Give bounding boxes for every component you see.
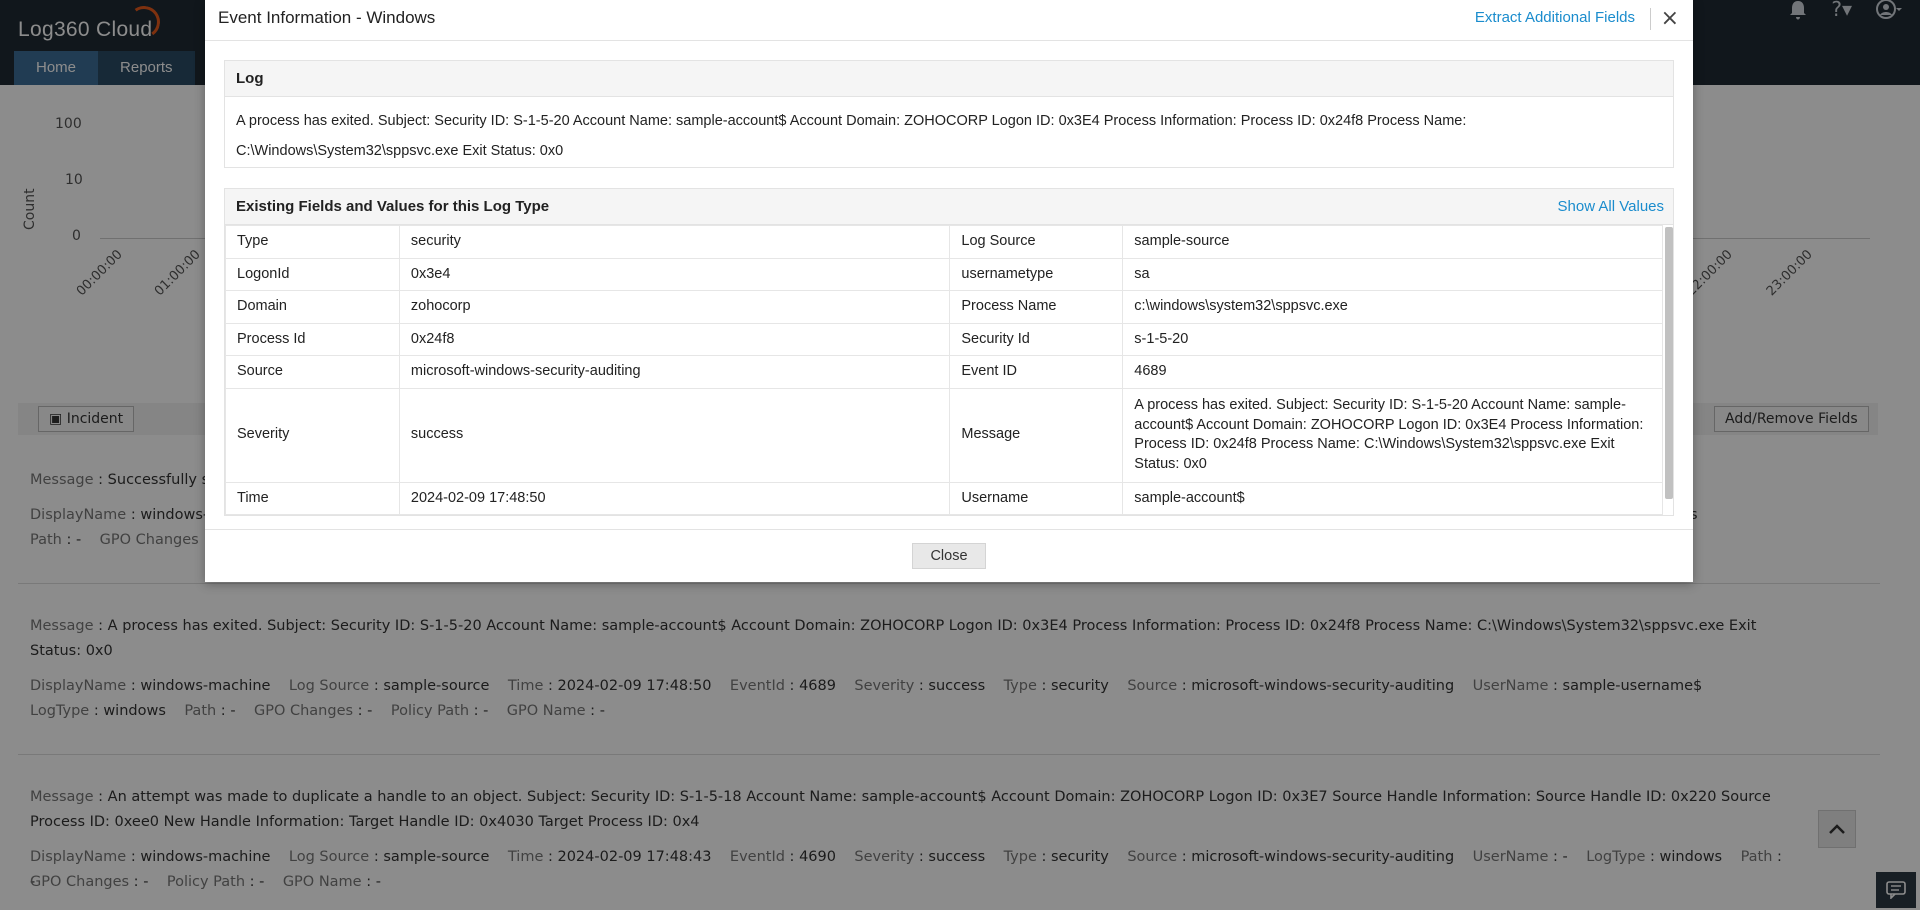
header-separator (1650, 8, 1651, 30)
log-section: Log A process has exited. Subject: Secur… (224, 60, 1674, 168)
table-row: Severity success Message A process has e… (225, 387, 1663, 483)
field-value: sample-source (1122, 225, 1663, 259)
field-name: Username (949, 481, 1124, 515)
modal-header: Event Information - Windows Extract Addi… (205, 0, 1693, 41)
field-value: 2024-02-09 17:48:50 (398, 481, 951, 515)
table-row: Source microsoft-windows-security-auditi… (225, 355, 1663, 389)
table-row: Process Id 0x24f8 Security Id s-1-5-20 (225, 322, 1663, 356)
field-value: sample-account$ (1122, 481, 1663, 515)
fields-section: Existing Fields and Values for this Log … (224, 188, 1674, 516)
field-name: Source (225, 355, 400, 389)
event-information-modal: Event Information - Windows Extract Addi… (205, 0, 1693, 582)
field-value: zohocorp (398, 290, 951, 324)
field-name: Security Id (949, 322, 1124, 356)
field-name: Time (225, 481, 400, 515)
field-value: s-1-5-20 (1122, 322, 1663, 356)
table-row: Domain zohocorp Process Name c:\windows\… (225, 290, 1663, 324)
field-name: Type (225, 225, 400, 259)
field-name: Process Id (225, 322, 400, 356)
field-value: microsoft-windows-security-auditing (398, 355, 951, 389)
log-text: A process has exited. Subject: Security … (236, 113, 1467, 159)
field-name: Domain (225, 290, 400, 324)
close-icon[interactable]: × (1661, 6, 1679, 32)
table-scrollbar[interactable] (1665, 227, 1673, 499)
field-name: Message (949, 387, 1124, 483)
log-heading: Log (225, 61, 1673, 97)
field-name: usernametype (949, 257, 1124, 291)
fields-table-scroll[interactable]: Type security Log Source sample-source L… (225, 225, 1673, 516)
field-name: Process Name (949, 290, 1124, 324)
table-row: LogonId 0x3e4 usernametype sa (225, 257, 1663, 291)
field-name: Log Source (949, 225, 1124, 259)
field-value: A process has exited. Subject: Security … (1122, 387, 1663, 483)
field-name: LogonId (225, 257, 400, 291)
modal-footer: Close (205, 529, 1693, 582)
close-button[interactable]: Close (912, 543, 986, 569)
field-value: 0x3e4 (398, 257, 951, 291)
table-row: Type security Log Source sample-source (225, 225, 1663, 259)
field-value: success (398, 387, 951, 483)
field-value: security (398, 225, 951, 259)
field-name: Severity (225, 387, 400, 483)
table-row: Time 2024-02-09 17:48:50 Username sample… (225, 481, 1663, 515)
fields-heading: Existing Fields and Values for this Log … (225, 189, 1673, 225)
field-value: c:\windows\system32\sppsvc.exe (1122, 290, 1663, 324)
modal-title: Event Information - Windows (218, 8, 436, 27)
fields-table: Type security Log Source sample-source L… (225, 225, 1663, 515)
show-all-values-link[interactable]: Show All Values (1558, 189, 1664, 225)
field-value: 4689 (1122, 355, 1663, 389)
field-value: sa (1122, 257, 1663, 291)
field-value: 0x24f8 (398, 322, 951, 356)
extract-additional-fields-link[interactable]: Extract Additional Fields (1475, 9, 1635, 26)
field-name: Event ID (949, 355, 1124, 389)
